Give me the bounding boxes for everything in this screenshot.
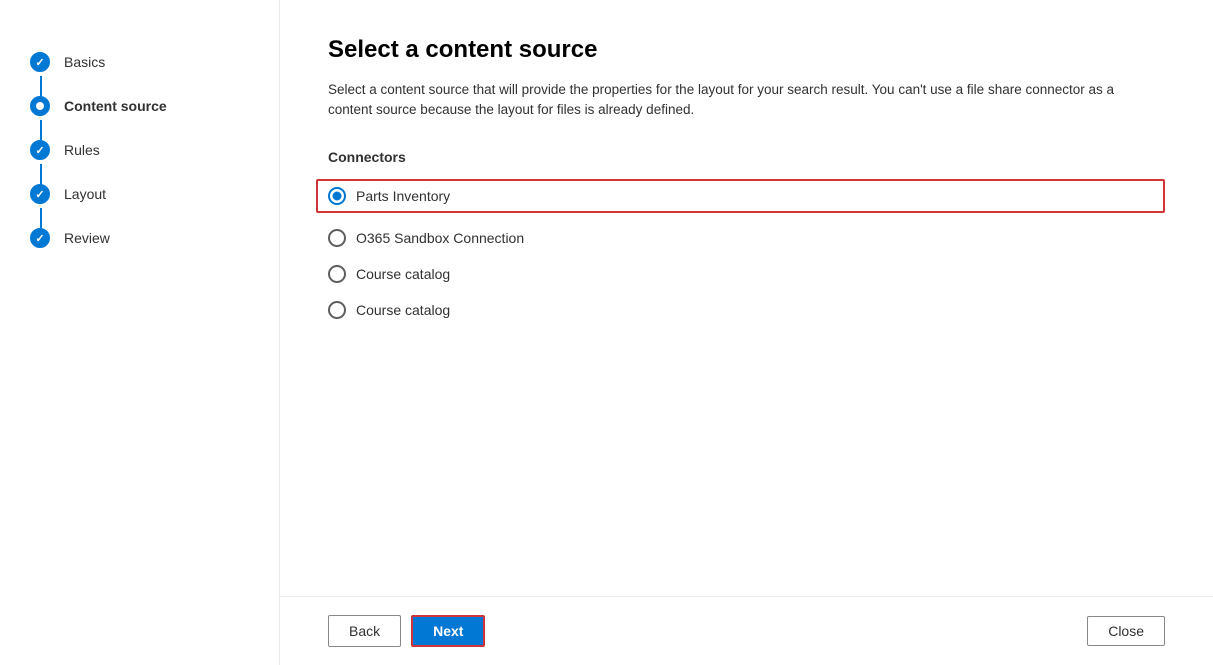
radio-label-parts-inventory: Parts Inventory — [356, 188, 450, 204]
radio-label-o365-sandbox: O365 Sandbox Connection — [356, 230, 524, 246]
radio-option-parts-inventory[interactable]: Parts Inventory — [316, 179, 1165, 213]
step-circle-review: ✓ — [30, 228, 50, 248]
radio-option-course-catalog-1[interactable]: Course catalog — [328, 263, 1165, 285]
step-label-basics: Basics — [64, 54, 105, 70]
sidebar-item-layout[interactable]: ✓ Layout — [30, 172, 249, 216]
sidebar-item-review[interactable]: ✓ Review — [30, 216, 249, 260]
step-circle-layout: ✓ — [30, 184, 50, 204]
radio-course-catalog-2[interactable] — [328, 301, 346, 319]
step-label-layout: Layout — [64, 186, 106, 202]
step-circle-basics: ✓ — [30, 52, 50, 72]
footer: Back Next Close — [280, 596, 1213, 665]
back-button[interactable]: Back — [328, 615, 401, 647]
check-icon: ✓ — [35, 232, 44, 245]
sidebar-item-content-source[interactable]: Content source — [30, 84, 249, 128]
check-icon: ✓ — [35, 188, 44, 201]
close-button[interactable]: Close — [1087, 616, 1165, 646]
radio-group: Parts Inventory O365 Sandbox Connection … — [328, 179, 1165, 321]
radio-option-course-catalog-2[interactable]: Course catalog — [328, 299, 1165, 321]
step-circle-content-source — [30, 96, 50, 116]
check-icon: ✓ — [35, 144, 44, 157]
radio-o365-sandbox[interactable] — [328, 229, 346, 247]
radio-option-o365-sandbox[interactable]: O365 Sandbox Connection — [328, 227, 1165, 249]
step-label-review: Review — [64, 230, 110, 246]
connectors-label: Connectors — [328, 149, 1165, 165]
page-description: Select a content source that will provid… — [328, 80, 1148, 121]
sidebar: ✓ Basics Content source ✓ Rules ✓ Layout… — [0, 0, 280, 665]
sidebar-item-basics[interactable]: ✓ Basics — [30, 40, 249, 84]
main-content: Select a content source Select a content… — [280, 0, 1213, 665]
page-title: Select a content source — [328, 36, 1165, 64]
step-circle-rules: ✓ — [30, 140, 50, 160]
step-label-rules: Rules — [64, 142, 100, 158]
radio-course-catalog-1[interactable] — [328, 265, 346, 283]
footer-left: Back Next — [328, 615, 485, 647]
radio-label-course-catalog-2: Course catalog — [356, 302, 450, 318]
step-label-content-source: Content source — [64, 98, 167, 114]
sidebar-item-rules[interactable]: ✓ Rules — [30, 128, 249, 172]
active-dot — [36, 102, 44, 110]
check-icon: ✓ — [35, 56, 44, 69]
radio-parts-inventory[interactable] — [328, 187, 346, 205]
radio-label-course-catalog-1: Course catalog — [356, 266, 450, 282]
next-button[interactable]: Next — [411, 615, 485, 647]
